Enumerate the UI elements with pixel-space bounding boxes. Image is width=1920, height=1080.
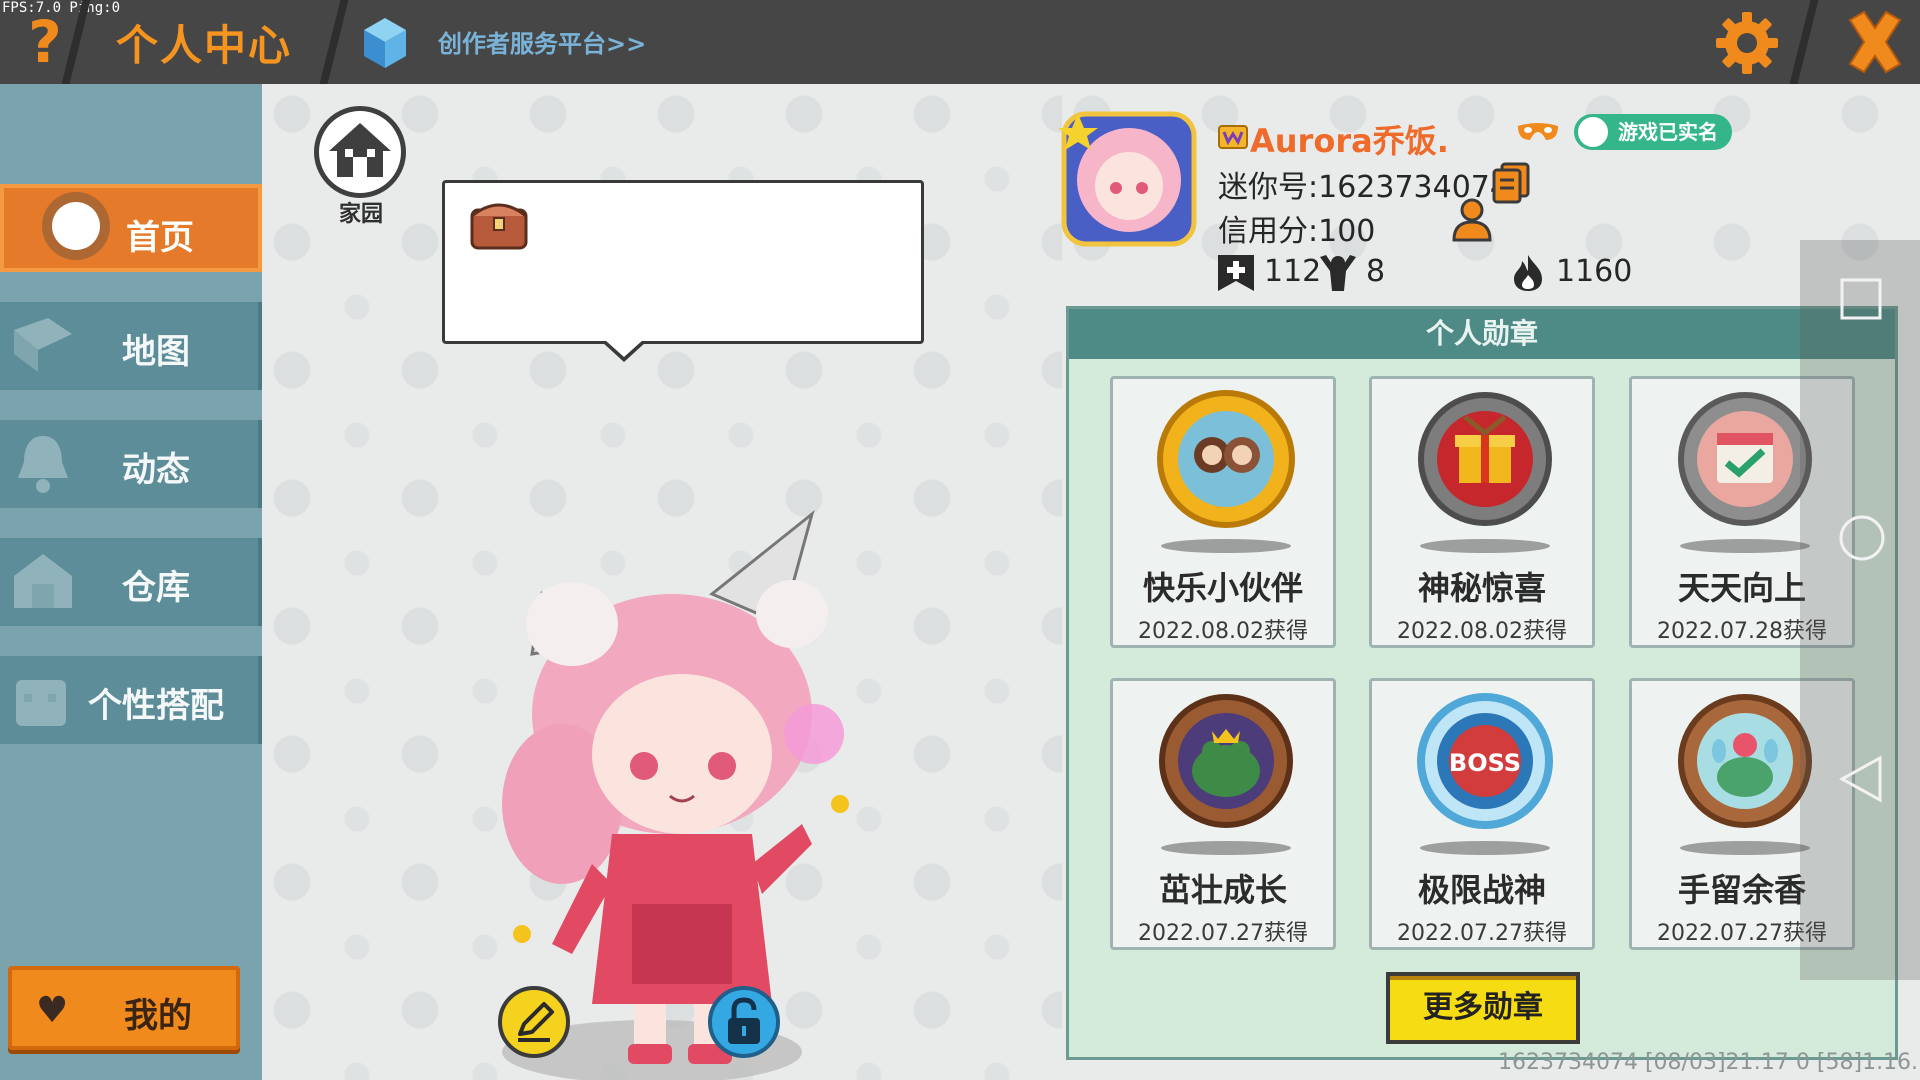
android-nav-bar (1800, 240, 1920, 980)
cube-icon (364, 18, 406, 68)
sidebar-item-home[interactable]: 首页 (0, 184, 262, 272)
profile-avatar[interactable] (1058, 108, 1200, 250)
player-avatar-figure[interactable] (422, 504, 902, 1080)
pencil-icon (518, 1002, 554, 1042)
happy-partner-medal-icon (1157, 390, 1295, 528)
medal-name: 快乐小伙伴 (1142, 569, 1303, 607)
heart-icon: ♥ (36, 990, 69, 1031)
sidebar-item-outfit[interactable]: 个性搭配 (0, 656, 262, 744)
sidebar-item-label: 动态 (122, 450, 190, 490)
likes-stat: 112 (1216, 250, 1321, 294)
medal-panel-title: 个人勋章 (1069, 309, 1895, 359)
question-mark-icon: ? (28, 8, 62, 76)
username: Aurora乔饭. (1250, 122, 1449, 160)
mine-button-label: 我的 (124, 996, 192, 1036)
medal-name: 极限战神 (1417, 871, 1546, 909)
home-button[interactable] (314, 106, 406, 198)
divider (319, 0, 349, 84)
medal-card[interactable]: 茁壮成长 2022.07.27获得 (1110, 678, 1336, 950)
plus-flag-icon (1218, 254, 1254, 291)
version-footer: 1623734074 [08/03]21:17 0 [58]1.16.1 (1498, 1050, 1920, 1075)
calendar-check-medal-icon (1678, 392, 1812, 526)
flower-medal-icon (1678, 694, 1812, 828)
speech-tail-inner (605, 340, 643, 357)
sidebar-item-warehouse[interactable]: 仓库 (0, 538, 262, 626)
page-title: 个人中心 (116, 21, 293, 70)
medal-name: 神秘惊喜 (1417, 569, 1546, 607)
realname-badge: 游戏已实名 (1574, 114, 1732, 150)
sidebar-item-label: 个性搭配 (88, 686, 224, 726)
gift-box-medal-icon (1418, 392, 1552, 526)
vip-icon (1218, 125, 1248, 149)
divider (1789, 0, 1819, 84)
medal-shadow (1161, 539, 1291, 553)
lock-button[interactable] (708, 986, 780, 1058)
edit-button[interactable] (498, 986, 570, 1058)
sidebar-item-label: 地图 (122, 332, 190, 372)
popularity-stat: 1160 (1508, 250, 1632, 294)
medal-card[interactable]: 快乐小伙伴 2022.08.02获得 (1110, 376, 1336, 648)
medal-name: 茁壮成长 (1158, 871, 1287, 909)
close-icon[interactable] (1840, 6, 1910, 78)
medal-shadow (1420, 841, 1550, 855)
medal-date: 2022.08.02获得 (1397, 619, 1567, 644)
medal-date: 2022.08.02获得 (1138, 619, 1308, 644)
medal-shadow (1680, 841, 1810, 855)
mask-icon[interactable] (1516, 120, 1560, 144)
sidebar-item-label: 首页 (126, 218, 194, 258)
medal-date: 2022.07.27获得 (1397, 921, 1567, 946)
medal-card[interactable]: BOSS 极限战神 2022.07.27获得 (1369, 678, 1595, 950)
avatar-stage: 家园 (262, 84, 1062, 1080)
sidebar-item-label: 仓库 (122, 568, 190, 608)
fans-stat: 8 (1318, 250, 1385, 294)
mine-button[interactable]: ♥ 我的 (8, 966, 240, 1050)
home-circle-icon[interactable] (1838, 514, 1886, 562)
medal-shadow (1680, 539, 1810, 553)
likes-count: 112 (1264, 254, 1322, 289)
top-bar: FPS:7.0 Ping:0 ? 个人中心 创作者服务平台>> (0, 0, 1920, 84)
back-triangle-icon[interactable] (1838, 754, 1884, 804)
svg-text:BOSS: BOSS (1449, 749, 1521, 777)
medal-date: 2022.07.27获得 (1138, 921, 1308, 946)
sidebar-item-feed[interactable]: 动态 (0, 420, 262, 508)
chest-icon[interactable] (468, 194, 530, 252)
realname-text: 游戏已实名 (1618, 120, 1718, 144)
medal-card[interactable]: 神秘惊喜 2022.08.02获得 (1369, 376, 1595, 648)
creator-platform-link[interactable]: 创作者服务平台>> (438, 24, 646, 59)
friend-icon[interactable] (1450, 198, 1494, 242)
house-icon (329, 123, 391, 177)
home-label: 家园 (338, 202, 383, 227)
frog-king-medal-icon (1159, 694, 1293, 828)
lock-icon (728, 997, 760, 1044)
recent-apps-icon[interactable] (1838, 276, 1884, 322)
sidebar-item-map[interactable]: 地图 (0, 302, 262, 390)
popularity-count: 1160 (1556, 254, 1633, 289)
gear-icon[interactable] (1712, 8, 1782, 78)
flame-icon (1514, 254, 1542, 291)
medal-shadow (1420, 539, 1550, 553)
copy-icon[interactable] (1492, 162, 1530, 204)
medal-shadow (1161, 841, 1291, 855)
credit-score: 信用分:100 (1218, 214, 1376, 249)
boss-medal-icon: BOSS (1417, 693, 1553, 829)
fans-count: 8 (1366, 254, 1386, 289)
more-medals-button[interactable]: 更多勋章 (1386, 972, 1580, 1044)
cheering-person-icon (1320, 254, 1356, 291)
user-verified-icon (1578, 117, 1608, 147)
